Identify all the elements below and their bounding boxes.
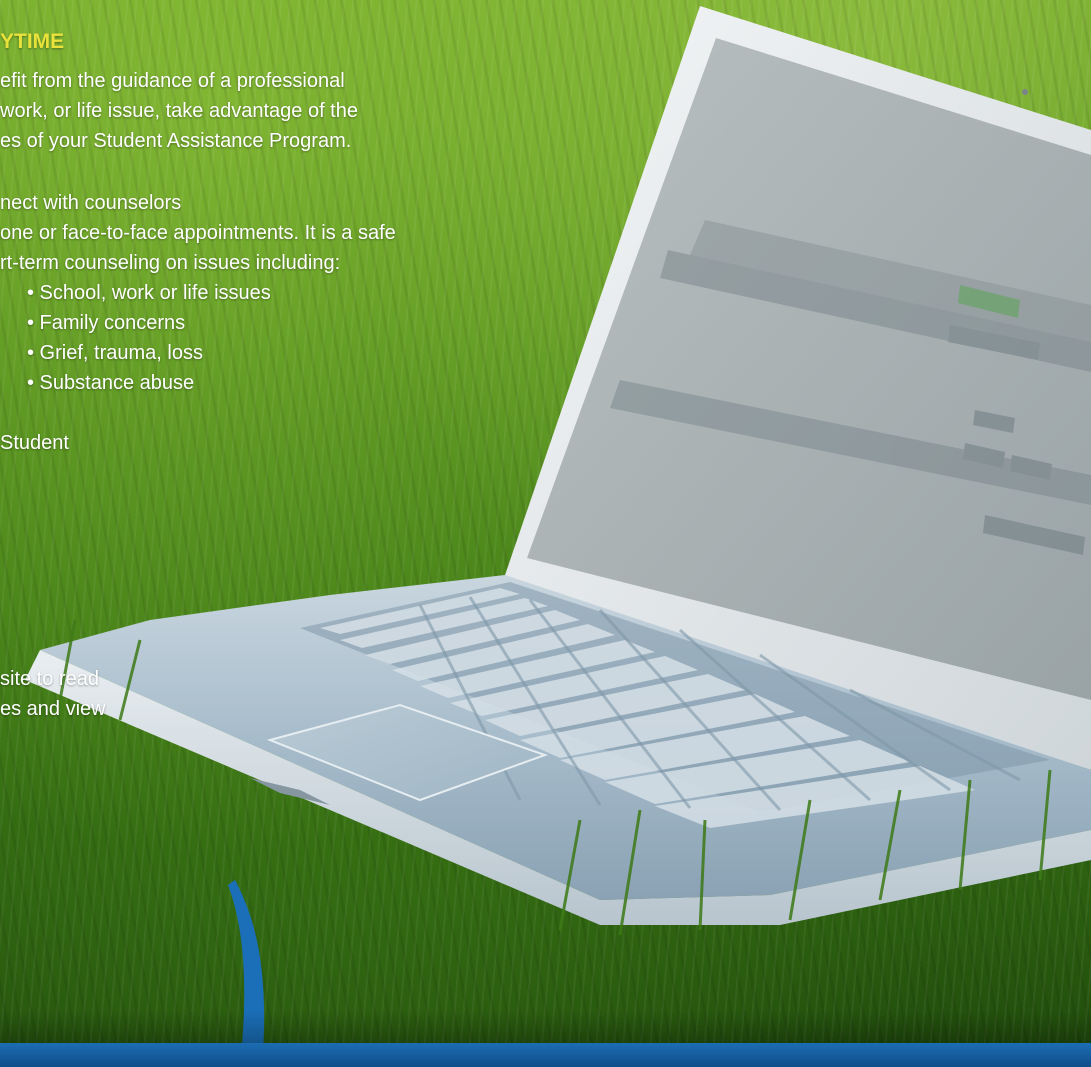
issue-item: • Grief, trauma, loss [27,342,203,364]
intro-line-3: es of your Student Assistance Program. [0,130,352,152]
bottom-bar [0,1043,1091,1067]
issue-item: • Family concerns [27,312,186,334]
website-text-2: es and view [0,698,106,720]
student-fragment: Student [0,432,69,454]
connect-text-1: one or face-to-face appointments. It is … [0,222,396,244]
page: YTIME efit from the guidance of a profes… [0,0,1091,1067]
issue-item: • Substance abuse [27,372,195,394]
intro-line-2: work, or life issue, take advantage of t… [0,100,358,122]
headline: YTIME [0,30,65,53]
intro-line-1: efit from the guidance of a professional [0,70,345,92]
bottom-shadow-band [0,1010,1091,1044]
connect-heading: nect with counselors [0,192,182,214]
foreground-grass [58,619,1052,1067]
website-text-1: site to read [0,668,99,690]
connect-text-2: rt-term counseling on issues including: [0,252,341,274]
issue-item: • School, work or life issues [27,282,271,304]
